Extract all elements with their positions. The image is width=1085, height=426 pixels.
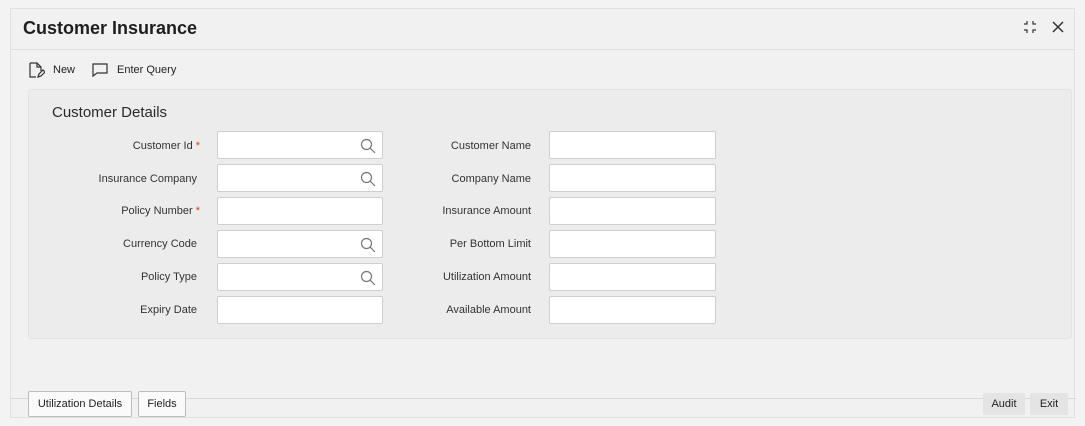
expiry-date-label: Expiry Date xyxy=(140,304,197,316)
tab-fields[interactable]: Fields xyxy=(138,391,186,417)
utilization-amount-input[interactable] xyxy=(550,264,715,290)
enter-query-label: Enter Query xyxy=(117,64,177,76)
new-document-icon xyxy=(27,61,45,79)
window-title: Customer Insurance xyxy=(23,18,198,38)
available-amount-field[interactable] xyxy=(549,296,716,324)
comment-icon xyxy=(91,61,109,79)
new-label: New xyxy=(53,64,76,76)
enter-query-button[interactable]: Enter Query xyxy=(91,61,176,79)
customer-name-input[interactable] xyxy=(550,132,715,158)
toolbar: New Enter Query xyxy=(27,59,176,81)
policy-number-label: Policy Number * xyxy=(121,205,200,217)
customer-name-field[interactable] xyxy=(549,131,716,159)
company-name-input[interactable] xyxy=(550,165,715,191)
available-amount-input[interactable] xyxy=(550,297,715,323)
utilization-amount-label: Utilization Amount xyxy=(442,271,531,283)
customer-details-panel: Customer Details Customer Id * Insurance … xyxy=(28,89,1072,339)
currency-code-label: Currency Code xyxy=(123,238,197,250)
title-bar: Customer Insurance xyxy=(11,9,1074,49)
per-bottom-limit-field[interactable] xyxy=(549,230,716,258)
company-name-label: Company Name xyxy=(451,173,531,185)
collapse-icon[interactable] xyxy=(1022,19,1038,35)
footer-bar: Utilization Details Fields Audit Exit xyxy=(11,389,1074,417)
company-name-field[interactable] xyxy=(549,164,716,192)
utilization-amount-field[interactable] xyxy=(549,263,716,291)
per-bottom-limit-label: Per Bottom Limit xyxy=(449,238,531,250)
insurance-amount-label: Insurance Amount xyxy=(442,205,531,217)
audit-button[interactable]: Audit xyxy=(983,393,1025,415)
customer-insurance-window: Customer Insurance New Enter Query Custo… xyxy=(10,8,1076,418)
exit-button[interactable]: Exit xyxy=(1030,393,1068,415)
available-amount-label: Available Amount xyxy=(446,304,531,316)
customer-name-label: Customer Name xyxy=(450,140,531,152)
section-title: Customer Details xyxy=(52,104,168,121)
policy-type-label: Policy Type xyxy=(140,271,197,283)
insurance-company-label: Insurance Company xyxy=(98,173,197,185)
close-icon[interactable] xyxy=(1050,19,1066,35)
title-divider xyxy=(11,49,1074,50)
insurance-amount-field[interactable] xyxy=(549,197,716,225)
per-bottom-limit-input[interactable] xyxy=(550,231,715,257)
insurance-amount-input[interactable] xyxy=(550,198,715,224)
customer-id-label: Customer Id * xyxy=(132,140,200,152)
tab-utilization-details[interactable]: Utilization Details xyxy=(28,391,132,417)
new-button[interactable]: New xyxy=(27,61,75,79)
